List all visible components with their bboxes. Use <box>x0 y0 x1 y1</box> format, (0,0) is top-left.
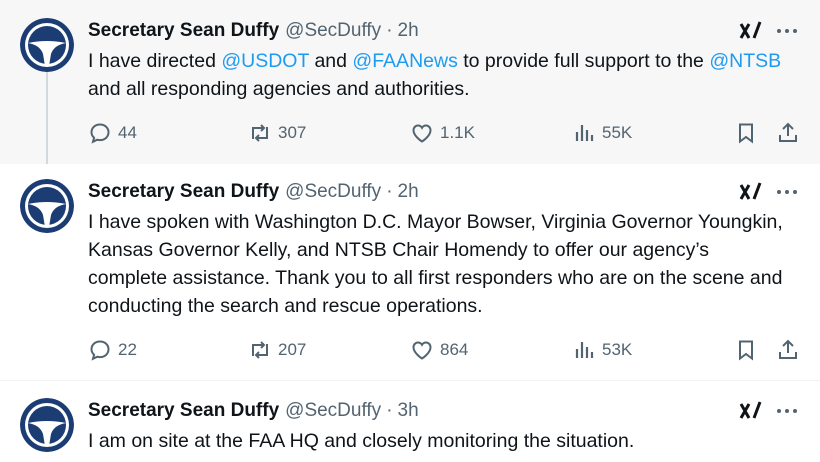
dot-logo-icon <box>20 179 74 233</box>
tweet-actions: 22 207 864 53K <box>88 336 804 364</box>
author-handle[interactable]: @SecDuffy <box>285 181 381 203</box>
tweet-text-segment: and all responding agencies and authorit… <box>88 78 470 100</box>
like-button[interactable]: 864 <box>410 336 468 364</box>
tweet-header: Secretary Sean Duffy @SecDuffy · 3h <box>88 398 419 424</box>
reply-button[interactable]: 22 <box>88 336 137 364</box>
separator-dot: · <box>386 400 393 421</box>
views-count: 53K <box>602 340 633 359</box>
repost-button[interactable]: 307 <box>248 119 306 147</box>
separator-dot: · <box>386 181 393 202</box>
mention-link[interactable]: @NTSB <box>709 50 781 72</box>
tweet-header: Secretary Sean Duffy @SecDuffy · 2h <box>88 179 419 205</box>
timestamp[interactable]: 3h <box>398 400 419 422</box>
like-icon <box>412 341 432 360</box>
tweet-2[interactable]: Secretary Sean Duffy @SecDuffy · 2h I ha… <box>0 164 820 380</box>
share-button[interactable] <box>776 119 806 147</box>
reply-icon <box>90 123 110 144</box>
avatar[interactable] <box>20 179 74 233</box>
bookmark-button[interactable] <box>734 336 764 364</box>
tweet-text-segment: to provide full support to the <box>457 50 710 72</box>
views-button[interactable]: 53K <box>572 336 632 364</box>
separator-dot: · <box>386 20 393 41</box>
share-icon <box>779 339 797 359</box>
like-button[interactable]: 1.1K <box>410 119 475 147</box>
tweet-text-segment: I am on site at the FAA HQ and closely m… <box>88 430 635 452</box>
tweet-actions: 44 307 1.1K 55K <box>88 119 804 147</box>
repost-count: 307 <box>278 123 307 142</box>
reply-icon <box>90 340 110 361</box>
more-icon[interactable] <box>774 398 800 424</box>
like-count: 864 <box>440 340 469 359</box>
avatar[interactable] <box>20 398 74 452</box>
views-count: 55K <box>602 123 633 142</box>
tweet-text-segment: and <box>309 50 353 72</box>
timestamp[interactable]: 2h <box>398 20 419 42</box>
like-icon <box>412 124 432 143</box>
grok-icon[interactable] <box>738 18 764 44</box>
grok-icon[interactable] <box>738 179 764 205</box>
mention-link[interactable]: @FAANews <box>352 50 457 72</box>
bookmark-button[interactable] <box>734 119 764 147</box>
views-icon <box>575 342 594 358</box>
views-icon <box>575 125 594 141</box>
grok-icon[interactable] <box>738 398 764 424</box>
share-button[interactable] <box>776 336 806 364</box>
timeline: Secretary Sean Duffy @SecDuffy · 2h I ha… <box>0 0 820 462</box>
repost-icon <box>252 341 268 359</box>
more-icon[interactable] <box>774 179 800 205</box>
author-handle[interactable]: @SecDuffy <box>285 20 381 42</box>
tweet-text-segment: I have spoken with Washington D.C. Mayor… <box>88 211 783 317</box>
bookmark-icon <box>739 123 753 144</box>
dot-logo-icon <box>20 398 74 452</box>
thread-line <box>46 72 48 164</box>
reply-count: 44 <box>118 123 137 142</box>
tweet-header: Secretary Sean Duffy @SecDuffy · 2h <box>88 18 419 44</box>
timestamp[interactable]: 2h <box>398 181 419 203</box>
author-handle[interactable]: @SecDuffy <box>285 400 381 422</box>
bookmark-icon <box>739 340 753 361</box>
tweet-text: I have directed @USDOT and @FAANews to p… <box>88 47 788 103</box>
reply-count: 22 <box>118 340 137 359</box>
tweet-3[interactable]: Secretary Sean Duffy @SecDuffy · 3h I am… <box>0 380 820 462</box>
more-icon[interactable] <box>774 18 800 44</box>
author-name[interactable]: Secretary Sean Duffy <box>88 400 279 422</box>
tweet-text-segment: I have directed <box>88 50 222 72</box>
author-name[interactable]: Secretary Sean Duffy <box>88 181 279 203</box>
tweet-1[interactable]: Secretary Sean Duffy @SecDuffy · 2h I ha… <box>0 0 820 164</box>
tweet-text: I am on site at the FAA HQ and closely m… <box>88 427 788 455</box>
repost-icon <box>252 124 268 142</box>
author-name[interactable]: Secretary Sean Duffy <box>88 20 279 42</box>
mention-link[interactable]: @USDOT <box>221 50 309 72</box>
reply-button[interactable]: 44 <box>88 119 137 147</box>
avatar[interactable] <box>20 18 74 72</box>
share-icon <box>779 122 797 142</box>
dot-logo-icon <box>20 18 74 72</box>
like-count: 1.1K <box>440 123 475 142</box>
tweet-text: I have spoken with Washington D.C. Mayor… <box>88 208 788 320</box>
views-button[interactable]: 55K <box>572 119 632 147</box>
repost-button[interactable]: 207 <box>248 336 306 364</box>
repost-count: 207 <box>278 340 307 359</box>
